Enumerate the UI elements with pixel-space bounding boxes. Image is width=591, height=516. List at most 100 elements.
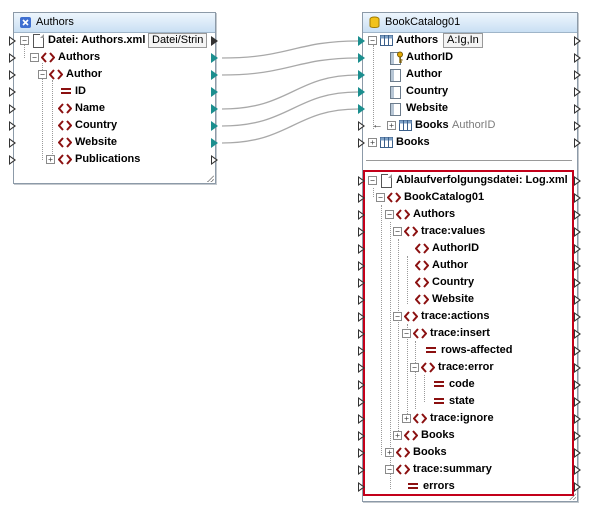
connector-website-website	[221, 108, 359, 144]
input-port[interactable]	[358, 312, 365, 322]
collapse-icon[interactable]: −	[402, 329, 411, 338]
output-port[interactable]	[574, 465, 581, 475]
output-port[interactable]	[574, 104, 581, 114]
input-port[interactable]	[358, 210, 365, 220]
input-port[interactable]	[9, 36, 16, 46]
output-port[interactable]	[574, 278, 581, 288]
element-icon	[421, 362, 435, 373]
source-file-field[interactable]: Datei/Strin	[148, 33, 208, 48]
output-port[interactable]	[211, 36, 218, 46]
collapse-icon[interactable]: −	[368, 176, 377, 185]
input-port[interactable]	[358, 414, 365, 424]
xml-schema-icon	[20, 17, 31, 28]
input-port[interactable]	[358, 465, 365, 475]
input-port[interactable]	[358, 261, 365, 271]
trace-actions-label: trace:actions	[421, 310, 490, 322]
output-port[interactable]	[574, 244, 581, 254]
output-port[interactable]	[574, 431, 581, 441]
expand-icon[interactable]: +	[387, 121, 396, 130]
input-port[interactable]	[358, 193, 365, 203]
input-port[interactable]	[358, 104, 365, 114]
output-port[interactable]	[574, 414, 581, 424]
input-port[interactable]	[9, 70, 16, 80]
input-port[interactable]	[358, 36, 365, 46]
output-port[interactable]	[211, 53, 218, 63]
input-port[interactable]	[9, 104, 16, 114]
output-port[interactable]	[574, 448, 581, 458]
expand-icon[interactable]: +	[368, 138, 377, 147]
output-port[interactable]	[574, 295, 581, 305]
input-port[interactable]	[9, 87, 16, 97]
output-port[interactable]	[574, 176, 581, 186]
output-port[interactable]	[211, 138, 218, 148]
collapse-icon[interactable]: −	[385, 465, 394, 474]
input-port[interactable]	[358, 121, 365, 131]
input-port[interactable]	[9, 155, 16, 165]
input-port[interactable]	[358, 227, 365, 237]
output-port[interactable]	[211, 121, 218, 131]
input-port[interactable]	[358, 295, 365, 305]
output-port[interactable]	[574, 397, 581, 407]
input-port[interactable]	[358, 278, 365, 288]
input-port[interactable]	[358, 380, 365, 390]
collapse-icon[interactable]: −	[38, 70, 47, 79]
output-port[interactable]	[574, 210, 581, 220]
input-port[interactable]	[358, 70, 365, 80]
source-title-bar[interactable]: Authors	[14, 13, 215, 33]
input-port[interactable]	[358, 397, 365, 407]
output-port[interactable]	[574, 227, 581, 237]
output-port[interactable]	[574, 87, 581, 97]
output-port[interactable]	[574, 312, 581, 322]
expand-icon[interactable]: +	[402, 414, 411, 423]
output-port[interactable]	[574, 53, 581, 63]
collapse-icon[interactable]: −	[393, 227, 402, 236]
input-port[interactable]	[9, 53, 16, 63]
expand-icon[interactable]: +	[46, 155, 55, 164]
input-port[interactable]	[358, 87, 365, 97]
collapse-icon[interactable]: −	[30, 53, 39, 62]
input-port[interactable]	[358, 431, 365, 441]
output-port[interactable]	[574, 138, 581, 148]
collapse-icon[interactable]: −	[410, 363, 419, 372]
resize-grip[interactable]	[207, 175, 214, 182]
input-port[interactable]	[358, 138, 365, 148]
element-icon	[396, 464, 410, 475]
collapse-icon[interactable]: −	[385, 210, 394, 219]
input-port[interactable]	[9, 138, 16, 148]
input-port[interactable]	[358, 448, 365, 458]
output-port[interactable]	[574, 363, 581, 373]
source-authors-label: Authors	[58, 51, 101, 63]
output-port[interactable]	[574, 329, 581, 339]
output-port[interactable]	[574, 261, 581, 271]
input-port[interactable]	[358, 244, 365, 254]
output-port[interactable]	[211, 104, 218, 114]
output-port[interactable]	[574, 482, 581, 492]
trace-insert-label: trace:insert	[430, 327, 490, 339]
output-port[interactable]	[574, 193, 581, 203]
input-port[interactable]	[9, 121, 16, 131]
input-port[interactable]	[358, 482, 365, 492]
collapse-icon[interactable]: −	[393, 312, 402, 321]
output-port[interactable]	[574, 380, 581, 390]
output-port[interactable]	[211, 155, 218, 165]
target-title-bar[interactable]: BookCatalog01	[363, 13, 577, 33]
output-port[interactable]	[574, 121, 581, 131]
target-authors-field[interactable]: A:Ig,In	[443, 33, 483, 48]
input-port[interactable]	[358, 176, 365, 186]
collapse-icon[interactable]: −	[368, 36, 377, 45]
input-port[interactable]	[358, 329, 365, 339]
collapse-icon[interactable]: −	[20, 36, 29, 45]
input-port[interactable]	[358, 363, 365, 373]
element-icon	[387, 192, 401, 203]
output-port[interactable]	[574, 70, 581, 80]
input-port[interactable]	[358, 346, 365, 356]
input-port[interactable]	[358, 53, 365, 63]
expand-icon[interactable]: +	[385, 448, 394, 457]
output-port[interactable]	[211, 87, 218, 97]
expand-icon[interactable]: +	[393, 431, 402, 440]
output-port[interactable]	[211, 70, 218, 80]
output-port[interactable]	[574, 346, 581, 356]
collapse-icon[interactable]: −	[376, 193, 385, 202]
source-root-label: Datei: Authors.xml	[48, 34, 146, 46]
output-port[interactable]	[574, 36, 581, 46]
